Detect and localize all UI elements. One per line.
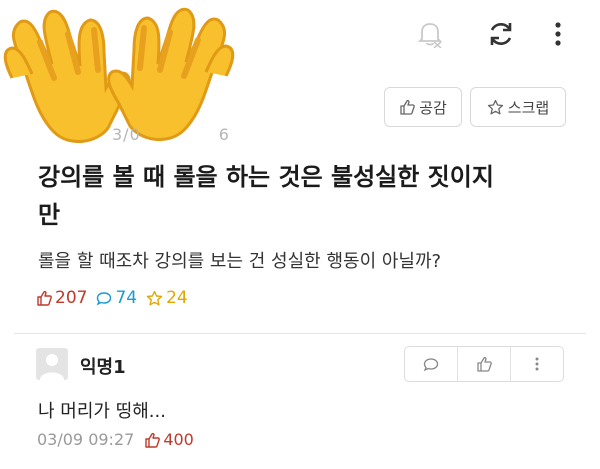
post-date: 3/0 6 [112, 125, 230, 144]
star-icon [146, 290, 163, 305]
comment-like-button[interactable] [457, 347, 510, 381]
thumbs-up-icon [400, 99, 416, 115]
comment-toolbar [404, 346, 564, 382]
thumbs-up-icon [145, 432, 161, 448]
thumbs-up-icon [37, 290, 52, 306]
anonymous-avatar-icon [40, 354, 64, 380]
comment-count: 74 [96, 288, 137, 308]
thumbs-up-icon [477, 356, 492, 372]
comment-date: 03/09 09:27 [37, 430, 135, 449]
comment-like-count: 400 [144, 430, 194, 449]
bell-off-icon [417, 23, 443, 48]
post-title: 강의를 볼 때 롤을 하는 것은 불성실한 짓이지만 [38, 163, 494, 229]
reply-button[interactable] [405, 347, 457, 381]
refresh-icon [490, 23, 512, 45]
speech-bubble-icon [97, 291, 112, 305]
notification-off-button[interactable] [414, 18, 446, 50]
more-vertical-icon [535, 357, 539, 371]
empathy-button[interactable]: 공감 [384, 87, 462, 127]
post-body: 롤을 할 때조차 강의를 보는 건 성실한 행동이 아닐까? [38, 251, 442, 272]
post-stats: 207 74 24 [36, 288, 197, 308]
refresh-button[interactable] [484, 17, 518, 51]
scrap-button[interactable]: 스크랩 [470, 87, 566, 127]
scrap-count: 24 [146, 288, 188, 308]
comment-text: 나 머리가 띵해... [38, 401, 166, 422]
raised-hands-emoji [3, 7, 235, 144]
empathy-label: 공감 [419, 98, 447, 117]
comment-more-button[interactable] [510, 347, 563, 381]
speech-bubble-icon [423, 357, 439, 371]
more-options-button[interactable] [546, 18, 570, 50]
comment-meta: 03/09 09:27 400 [37, 430, 194, 449]
divider [14, 333, 586, 334]
more-vertical-icon [555, 22, 561, 46]
star-icon [487, 99, 503, 114]
avatar [36, 348, 68, 380]
scrap-label: 스크랩 [507, 98, 550, 117]
like-count: 207 [36, 288, 87, 308]
comment-author: 익명1 [80, 357, 126, 378]
